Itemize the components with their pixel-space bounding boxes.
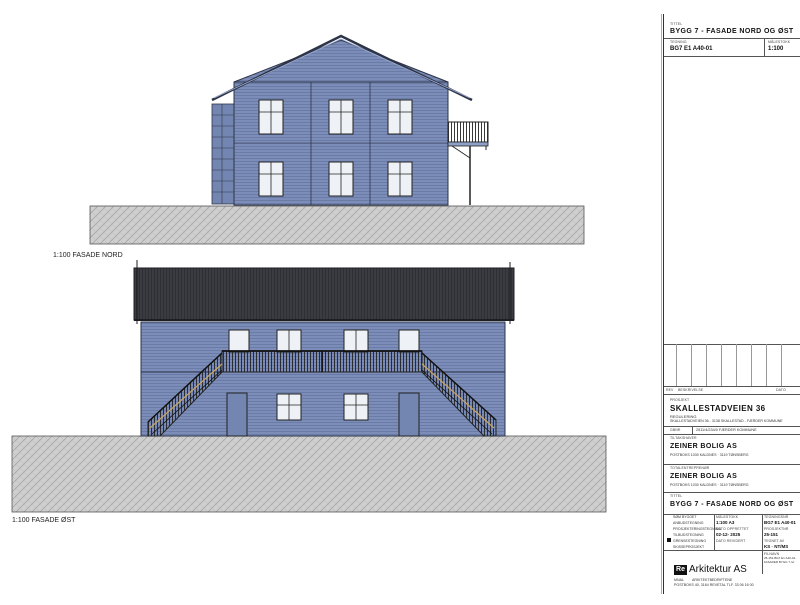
title-block: TITTEL BYGG 7 - FASADE NORD OG ØST TEGNI… [663,14,800,594]
row-col2-value-1: 1:100 A3 [716,520,735,525]
north-caption: 1:100 FASADE NORD [53,252,123,259]
row-col2-label-2: DATO OPPRETTET [716,527,749,531]
top-tittel-label: TITTEL [670,22,683,26]
row-col2-label-0: MÅLESTOKK [716,515,739,519]
row-label-5: SKISSEPROSJEKT [673,545,705,549]
gbnr-value: 2511/4/234/0 FÆRDER KOMMUNE [696,428,757,432]
firm-name: Arkitektur AS [689,564,747,575]
firm-address: POSTBOKS 40, 3164 REVETAL TLF. 33 06 16 … [674,583,754,587]
gbnr-label: GBNR [670,428,681,432]
bottom-title: BYGG 7 - FASADE NORD OG ØST [670,501,794,508]
row-label-2: PROSJEKTERINGSTEGNING [673,527,721,531]
north-balcony-rail [447,121,489,143]
owner-address: POSTBOKS 1030 KALDNES · 3119 TØNSBERG [670,453,749,457]
owner-name: ZEINER BOLIG AS [670,443,738,450]
dato-label: DATO [776,388,786,392]
row-col3-label-2: PROSJEKTNR [764,527,789,531]
north-gable [233,39,449,83]
filnavn-value: 25-151-BG7 E1 A40-01-FASADER BYGG 7.rvt [764,556,797,564]
east-ground [11,435,607,513]
project-name: SKALLESTADVEIEN 36 [670,404,766,413]
tegning-label: TEGNING [670,40,687,44]
beskrivelse-label: BESKRIVELSE [678,388,704,392]
contractor-name: ZEINER BOLIG AS [670,473,738,480]
row-col3-label-4: TEGNET AV [764,539,785,543]
row-col3-value-3: 25-151 [764,532,779,537]
prosjekt-label: PROSJEKT [670,398,690,402]
bottom-tittel-label: TITTEL [670,494,683,498]
east-facade [11,260,607,513]
firm-sub-left: MNAL [674,578,684,582]
row-label-0: SØM BYGGET [673,515,697,519]
contractor-address: POSTBOKS 1030 KALDNES · 3119 TØNSBERG [670,483,749,487]
row-label-4: GRENSESTEGNING [673,539,707,543]
north-side-stair [211,103,235,205]
row-label-1: ANBUDSTEGNING [673,521,704,525]
row-col2-value-3: 02-12- 2025 [716,532,741,537]
east-caption: 1:100 FASADE ØST [12,517,76,524]
row-col3-value-1: BG7 E1 A40-01 [764,520,796,525]
drawing-sheet: 1:100 FASADE NORD 1:100 FASADE ØST TITTE… [0,0,800,600]
scale: 1:100 [768,46,784,52]
drawing-area: 1:100 FASADE NORD 1:100 FASADE ØST [0,0,663,600]
row-col2-label-4: DATO REVIDERT [716,539,746,543]
row-col3-value-5: KS · NT/MS [764,544,789,549]
elevations-svg: 1:100 FASADE NORD 1:100 FASADE ØST [11,14,663,594]
row-col3-label-0: TEGNINGSNR [764,515,789,519]
east-roof [133,267,515,321]
totalentreprenor-label: TOTALENTREPRENØR [670,466,710,470]
project-address: SKALLESTADVEIEN 36 - 3138 SKALLESTAD - F… [670,419,783,423]
rev-label: REV [666,388,674,392]
checkbox-grensestegning[interactable] [667,538,671,542]
north-ground [89,205,585,245]
tiltakshaver-label: TILTAKSHAVER [670,436,697,440]
row-label-3: TILBUDSTEGNING [673,533,704,537]
drawing-number: BG7 E1 A40-01 [670,46,713,52]
north-facade [89,34,585,245]
malestokk-label: MÅLESTOKK [768,40,791,44]
firm-logo: Re [674,565,687,575]
firm-sub-right: ARKITEKTBEDRIFTENE [692,578,733,582]
top-title: BYGG 7 - FASADE NORD OG ØST [670,28,794,35]
